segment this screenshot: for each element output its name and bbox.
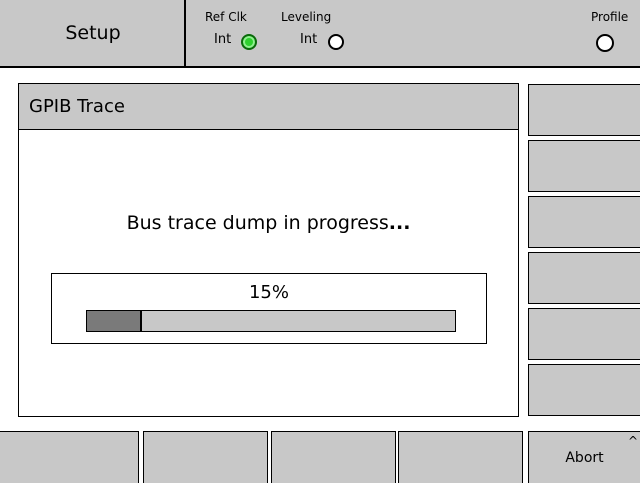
progress-bar-fill [87, 311, 142, 331]
softkey-right-1[interactable] [528, 84, 640, 136]
ref-clk-value: Int [214, 32, 232, 47]
progress-message: Bus trace dump in progress... [19, 212, 518, 234]
progress-bar [86, 310, 456, 332]
softkey-right-2[interactable] [528, 140, 640, 192]
setup-tab[interactable]: Setup [0, 0, 186, 68]
softkey-right-3[interactable] [528, 196, 640, 248]
softkey-right-6[interactable] [528, 364, 640, 416]
leveling-value: Int [300, 32, 318, 47]
softkey-bottom-3[interactable] [271, 431, 396, 483]
softkey-bottom-2[interactable] [143, 431, 268, 483]
gpib-trace-panel: GPIB Trace Bus trace dump in progress...… [18, 83, 519, 417]
ref-clk-title: Ref Clk [205, 10, 247, 24]
status-bar: Setup Ref Clk Int Leveling Int Profile [0, 0, 640, 68]
setup-label: Setup [65, 22, 121, 44]
softkey-right-5[interactable] [528, 308, 640, 360]
leveling-indicator-icon [328, 34, 344, 50]
profile-title: Profile [591, 10, 629, 24]
profile-indicator-icon [596, 34, 614, 52]
leveling-title: Leveling [281, 10, 332, 24]
progress-box: 15% [51, 273, 487, 344]
ref-clk-indicator-icon [241, 34, 257, 50]
progress-message-ellipsis: ... [388, 212, 411, 234]
softkey-bottom-1[interactable] [0, 431, 139, 483]
progress-message-text: Bus trace dump in progress [126, 212, 389, 234]
softkey-right-4[interactable] [528, 252, 640, 304]
panel-title: GPIB Trace [29, 96, 125, 117]
abort-button[interactable]: Abort ^ [528, 431, 640, 483]
caret-up-icon: ^ [627, 434, 638, 448]
panel-header: GPIB Trace [19, 84, 518, 130]
softkey-bottom-4[interactable] [398, 431, 523, 483]
progress-percent: 15% [248, 282, 289, 303]
abort-label: Abort [565, 450, 604, 466]
